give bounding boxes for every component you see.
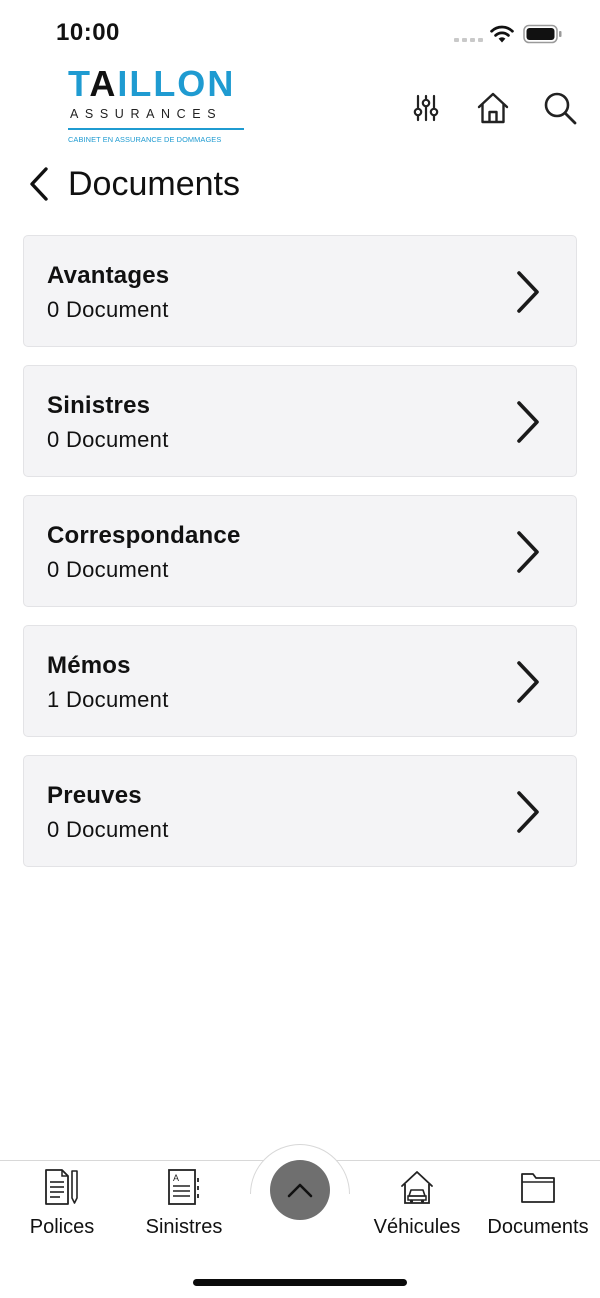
tab-label: Véhicules bbox=[373, 1216, 461, 1238]
document-category-list: Avantages 0 Document Sinistres 0 Documen… bbox=[23, 235, 577, 885]
category-count: 0 Document bbox=[47, 427, 169, 452]
category-count: 0 Document bbox=[47, 557, 169, 582]
tab-documents[interactable]: Documents bbox=[484, 1168, 592, 1240]
chevron-left-icon bbox=[30, 167, 48, 201]
category-name: Sinistres bbox=[47, 392, 151, 419]
chevron-right-icon bbox=[517, 271, 539, 313]
taillon-assurances-logo: TAILLON ASSURANCES CABINET EN ASSURANCE … bbox=[66, 66, 246, 148]
claim-form-icon: A bbox=[168, 1169, 199, 1205]
category-count: 1 Document bbox=[47, 687, 169, 712]
garage-car-icon bbox=[401, 1171, 433, 1204]
page-title: Documents bbox=[68, 165, 240, 203]
category-name: Mémos bbox=[47, 652, 131, 679]
tab-label: Polices bbox=[29, 1216, 95, 1238]
search-button[interactable] bbox=[542, 90, 578, 126]
status-bar: 10:00 bbox=[0, 0, 600, 64]
document-category-avantages[interactable]: Avantages 0 Document bbox=[23, 235, 577, 347]
document-category-sinistres[interactable]: Sinistres 0 Document bbox=[23, 365, 577, 477]
policy-document-icon bbox=[45, 1169, 78, 1205]
document-category-correspondance[interactable]: Correspondance 0 Document bbox=[23, 495, 577, 607]
back-button[interactable] bbox=[24, 164, 56, 204]
tab-label: Documents bbox=[487, 1216, 589, 1238]
home-button[interactable] bbox=[475, 90, 511, 126]
filter-button[interactable] bbox=[408, 90, 444, 126]
category-count: 0 Document bbox=[47, 297, 169, 322]
logo-tagline: CABINET EN ASSURANCE DE DOMMAGES bbox=[68, 135, 222, 144]
chevron-right-icon bbox=[517, 791, 539, 833]
battery-icon bbox=[523, 24, 562, 44]
chevron-up-icon bbox=[287, 1183, 313, 1198]
category-name: Preuves bbox=[47, 782, 142, 809]
tab-sinistres[interactable]: A Sinistres bbox=[142, 1168, 226, 1240]
filter-sliders-icon bbox=[413, 94, 439, 122]
category-name: Avantages bbox=[47, 262, 170, 289]
home-indicator bbox=[193, 1279, 407, 1286]
chevron-right-icon bbox=[517, 661, 539, 703]
folder-icon bbox=[521, 1173, 555, 1203]
home-icon bbox=[477, 92, 509, 124]
cellular-signal-icon bbox=[454, 38, 483, 42]
logo-divider bbox=[68, 128, 244, 130]
search-icon bbox=[544, 92, 577, 125]
wifi-icon bbox=[490, 25, 514, 43]
tab-label: Sinistres bbox=[145, 1216, 223, 1238]
tab-polices[interactable]: Polices bbox=[24, 1168, 100, 1240]
chevron-right-icon bbox=[517, 531, 539, 573]
svg-text:A: A bbox=[173, 1173, 179, 1183]
expand-menu-button[interactable] bbox=[270, 1160, 330, 1220]
document-category-memos[interactable]: Mémos 1 Document bbox=[23, 625, 577, 737]
document-category-preuves[interactable]: Preuves 0 Document bbox=[23, 755, 577, 867]
category-count: 0 Document bbox=[47, 817, 169, 842]
logo-wordmark: TAILLON bbox=[68, 63, 236, 104]
status-time: 10:00 bbox=[56, 19, 120, 46]
logo-subtitle: ASSURANCES bbox=[70, 107, 223, 121]
tab-vehicules[interactable]: Véhicules bbox=[372, 1168, 462, 1240]
category-name: Correspondance bbox=[47, 522, 241, 549]
chevron-right-icon bbox=[517, 401, 539, 443]
